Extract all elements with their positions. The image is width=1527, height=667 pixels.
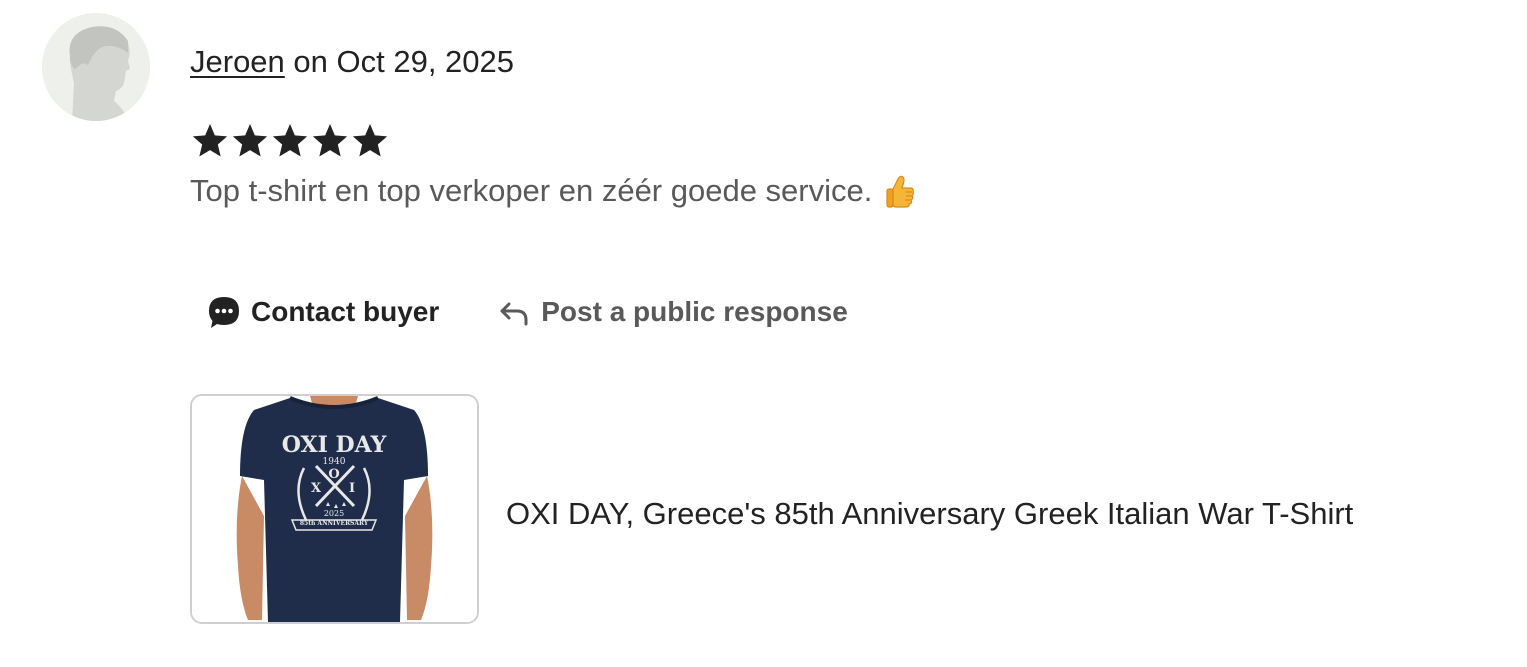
print-year-end: 2025 bbox=[324, 509, 344, 518]
star-icon bbox=[312, 124, 348, 157]
product-thumbnail[interactable]: OXI DAY 1940 Ο Χ Ι 2025 85th ANNIVERSARY bbox=[190, 394, 479, 624]
review-header: Jeroen on Oct 29, 2025 bbox=[190, 42, 514, 82]
post-public-response-button[interactable]: Post a public response bbox=[497, 290, 848, 334]
reviewer-avatar bbox=[42, 13, 150, 121]
print-banner: 85th ANNIVERSARY bbox=[300, 520, 369, 527]
print-left-letter: Χ bbox=[311, 481, 322, 496]
product-title-link[interactable]: OXI DAY, Greece's 85th Anniversary Greek… bbox=[506, 494, 1353, 534]
star-icon bbox=[352, 124, 388, 157]
review-text: Top t-shirt en top verkoper en zéér goed… bbox=[190, 173, 873, 208]
print-right-letter: Ι bbox=[349, 481, 355, 496]
contact-buyer-label: Contact buyer bbox=[251, 296, 440, 327]
product-image: OXI DAY 1940 Ο Χ Ι 2025 85th ANNIVERSARY bbox=[192, 396, 477, 622]
review-actions: Contact buyer Post a public response bbox=[207, 290, 848, 334]
chat-bubble-icon bbox=[209, 297, 239, 328]
star-rating bbox=[190, 121, 390, 161]
review-date: Oct 29, 2025 bbox=[336, 44, 515, 79]
default-user-silhouette-icon bbox=[42, 13, 150, 121]
review-body: Top t-shirt en top verkoper en zéér goed… bbox=[190, 170, 916, 212]
star-icon bbox=[192, 124, 228, 157]
star-icon bbox=[272, 124, 308, 157]
reply-arrow-icon bbox=[500, 302, 528, 326]
thumbs-up-emoji bbox=[884, 173, 916, 209]
review-date-prefix: on bbox=[284, 44, 337, 79]
print-year-start: 1940 bbox=[323, 457, 346, 467]
print-headline: OXI DAY bbox=[282, 432, 387, 458]
star-icon bbox=[232, 124, 268, 157]
contact-buyer-button[interactable]: Contact buyer bbox=[207, 290, 439, 334]
post-public-response-label: Post a public response bbox=[541, 296, 848, 327]
reviewer-name-link[interactable]: Jeroen bbox=[190, 44, 285, 79]
